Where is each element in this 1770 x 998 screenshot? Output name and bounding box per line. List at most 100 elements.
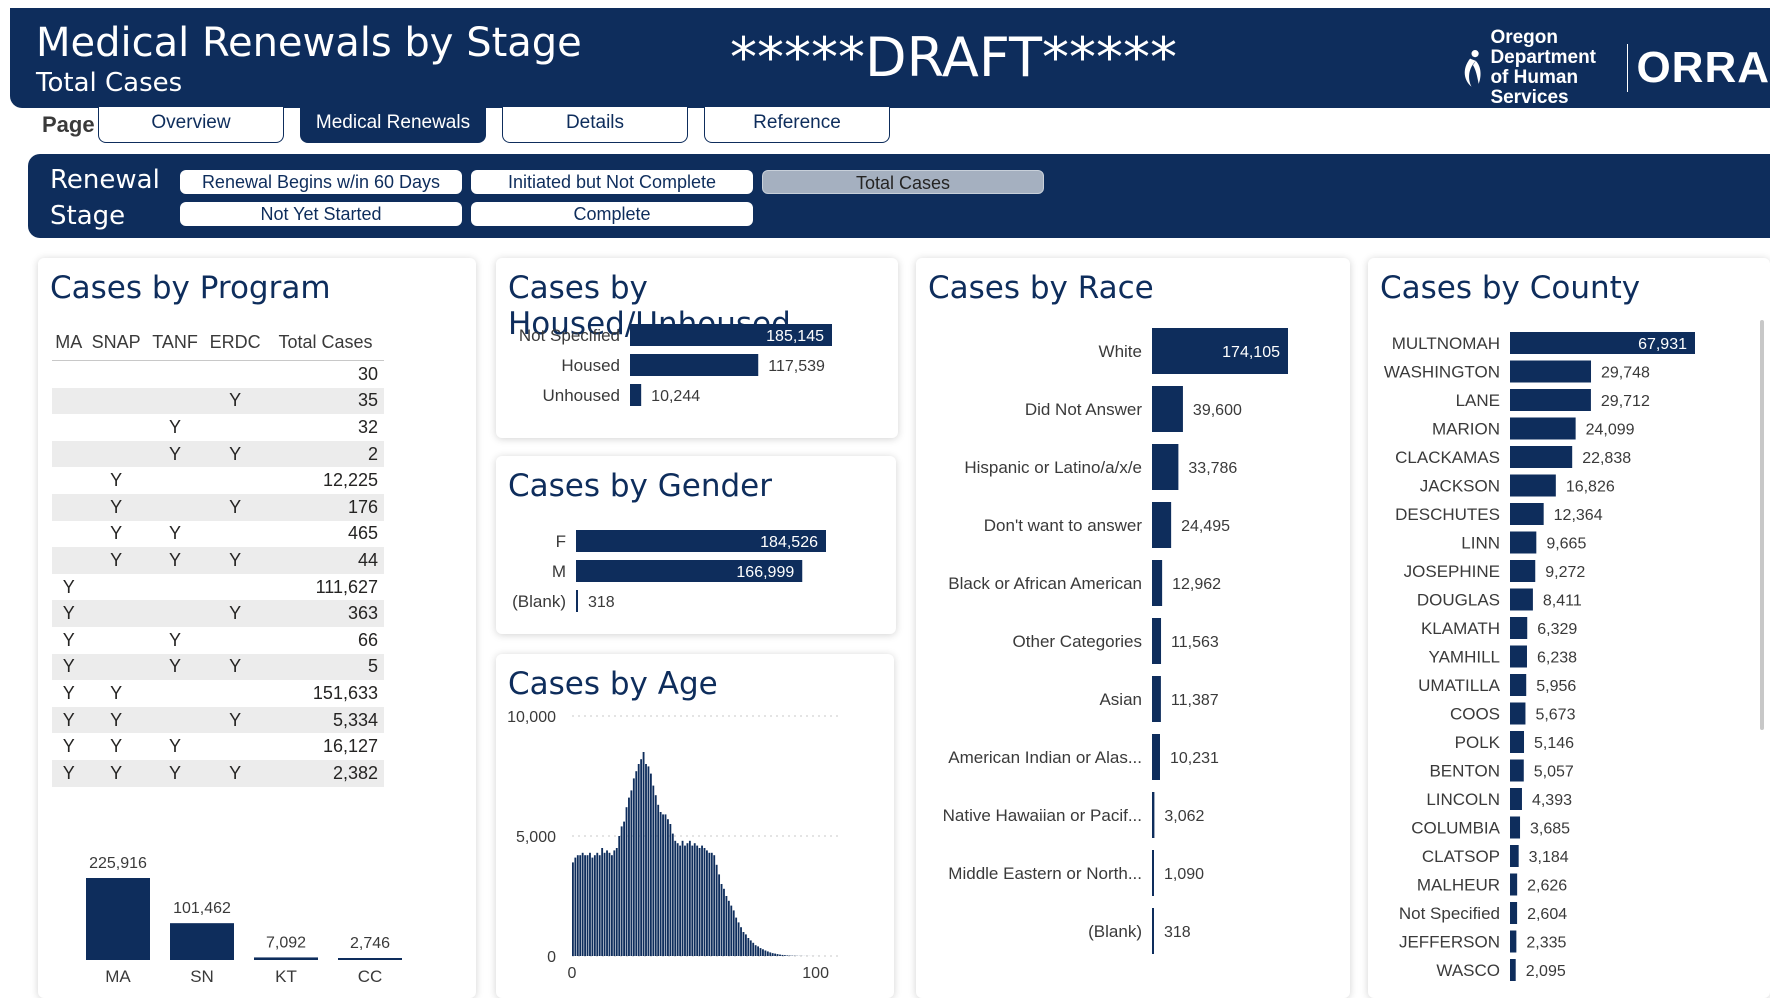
age-bar — [601, 848, 604, 956]
housed-bar — [630, 354, 759, 376]
county-value: 3,184 — [1529, 849, 1569, 866]
age-bar — [596, 852, 599, 956]
table-cell: Y — [169, 629, 182, 650]
county-value: 9,272 — [1545, 564, 1585, 581]
col-erdc[interactable]: ERDC — [203, 324, 267, 361]
tab-details[interactable]: Details — [502, 107, 688, 143]
age-bar — [686, 843, 689, 956]
table-cell — [203, 414, 266, 441]
county-category: Not Specified — [1399, 904, 1500, 923]
tab-reference[interactable]: Reference — [704, 107, 890, 143]
table-row: Y 111,627 — [52, 574, 384, 601]
age-bar — [623, 821, 625, 956]
county-bar — [1510, 645, 1527, 668]
age-bar — [635, 771, 638, 956]
age-bar — [730, 905, 733, 956]
age-bar — [632, 778, 635, 956]
table-cell: Y — [52, 706, 86, 734]
age-bar — [618, 836, 621, 956]
age-bar — [610, 855, 613, 956]
age-bar — [593, 855, 596, 956]
table-cell: 5 — [266, 653, 384, 681]
gender-card: Cases by Gender F 184,526 M 166,999 (Blank) 3… — [496, 456, 896, 634]
stage-option-not-yet-started[interactable]: Not Yet Started — [180, 202, 462, 226]
race-value: 10,231 — [1170, 750, 1219, 767]
col-snap[interactable]: SNAP — [85, 324, 147, 361]
race-value: 11,387 — [1171, 692, 1219, 709]
county-category: YAMHILL — [1429, 648, 1501, 667]
table-cell — [86, 414, 147, 441]
draft-watermark: *****DRAFT***** — [730, 26, 1177, 89]
stage-option-complete[interactable]: Complete — [471, 202, 753, 226]
race-bar — [1152, 386, 1183, 432]
table-row: Y Y Y 5,334 — [52, 706, 384, 734]
age-y-tick: 5,000 — [516, 829, 556, 846]
race-value: 318 — [1164, 924, 1191, 941]
program-summary-value: 101,462 — [173, 900, 231, 917]
housed-card: Cases by Housed/Unhoused Not Specified18… — [496, 258, 898, 438]
gender-value: 166,999 — [736, 564, 794, 581]
county-category: BENTON — [1429, 762, 1500, 781]
age-bar — [688, 840, 691, 956]
county-value: 29,712 — [1601, 393, 1650, 410]
race-bar — [1152, 618, 1162, 664]
age-bar — [659, 812, 662, 956]
race-chart: White 174,105 Did Not Answer 39,600 Hispanic… — [943, 328, 1288, 954]
age-bar — [606, 850, 608, 956]
stage-option-renewal-begins[interactable]: Renewal Begins w/in 60 Days — [180, 170, 462, 194]
tab-medical-renewals[interactable]: Medical Renewals — [300, 107, 486, 143]
age-bar — [647, 766, 650, 956]
table-cell — [52, 414, 86, 441]
county-scrollbar[interactable] — [1760, 320, 1764, 730]
age-bar — [589, 852, 591, 956]
age-bar — [703, 848, 706, 956]
county-bar — [1510, 417, 1576, 440]
table-cell: 2,382 — [266, 759, 384, 787]
county-value: 9,665 — [1546, 536, 1586, 553]
age-bar — [754, 945, 757, 956]
county-category: MULTNOMAH — [1392, 334, 1500, 353]
county-category: WASHINGTON — [1384, 363, 1500, 382]
county-bar — [1510, 531, 1537, 554]
col-ma[interactable]: MA — [52, 324, 86, 361]
county-bar — [1510, 902, 1518, 924]
program-summary-category: KT — [275, 967, 297, 986]
table-cell: Y — [62, 576, 75, 597]
stage-option-initiated[interactable]: Initiated but Not Complete — [471, 170, 753, 194]
age-bar — [715, 864, 718, 956]
age-bar — [574, 857, 577, 956]
age-bar — [759, 948, 762, 956]
county-bar — [1510, 560, 1536, 582]
table-cell — [147, 361, 204, 388]
housed-bar — [630, 384, 642, 406]
age-bar — [764, 950, 767, 956]
age-bar — [679, 845, 682, 956]
race-category: Native Hawaiian or Pacif... — [943, 806, 1142, 825]
age-bar — [645, 764, 647, 956]
county-category: DESCHUTES — [1395, 505, 1500, 524]
col-tanf[interactable]: TANF — [146, 324, 204, 361]
table-cell: Y — [203, 759, 267, 787]
table-cell: Y — [62, 629, 75, 650]
tab-overview[interactable]: Overview — [98, 107, 284, 143]
county-category: COOS — [1450, 705, 1500, 724]
county-category: KLAMATH — [1421, 619, 1500, 638]
table-row: Y Y Y Y 2,382 — [52, 759, 384, 787]
table-cell — [52, 440, 86, 468]
table-cell: 16,127 — [322, 736, 378, 757]
county-bar — [1510, 474, 1556, 497]
page-title: Medical Renewals by Stage — [36, 20, 582, 66]
age-bar — [737, 922, 740, 956]
race-value: 39,600 — [1193, 402, 1242, 419]
age-bar — [576, 855, 579, 956]
county-value: 4,393 — [1532, 792, 1572, 809]
table-cell: 30 — [357, 363, 378, 384]
race-value: 33,786 — [1188, 460, 1237, 477]
col-total-cases[interactable]: Total Cases — [266, 324, 384, 361]
table-row: Y Y Y 16,127 — [52, 733, 384, 760]
table-cell: Y — [203, 547, 267, 574]
program-summary-bar — [254, 957, 318, 960]
age-bar — [747, 938, 750, 956]
age-bar — [630, 790, 633, 956]
stage-option-total-cases[interactable]: Total Cases — [762, 170, 1044, 194]
